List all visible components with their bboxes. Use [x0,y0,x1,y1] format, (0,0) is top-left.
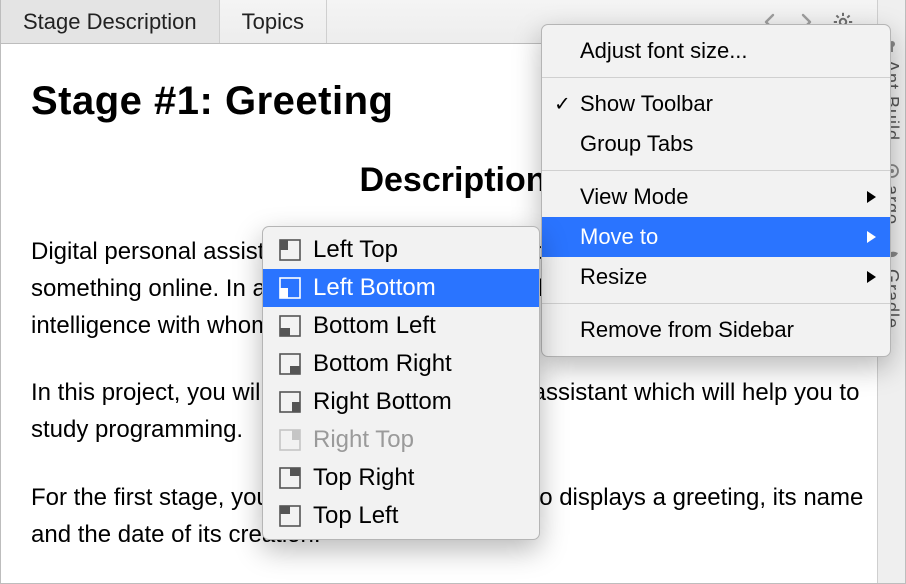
anchor-top-left-icon [279,505,301,527]
submenu-item-label: Left Bottom [313,274,436,302]
submenu-move-to: Left Top Left Bottom Bottom Left Bottom … [262,226,540,540]
submenu-item-right-bottom[interactable]: Right Bottom [263,383,539,421]
tab-label: Topics [242,9,304,35]
tab-label: Stage Description [23,9,197,35]
submenu-item-top-left[interactable]: Top Left [263,497,539,535]
submenu-item-label: Left Top [313,236,398,264]
menu-separator [542,303,890,304]
check-icon: ✓ [554,92,571,117]
menu-item-label: Show Toolbar [580,91,713,117]
submenu-item-left-top[interactable]: Left Top [263,231,539,269]
menu-separator [542,170,890,171]
menu-separator [542,77,890,78]
menu-item-view-mode[interactable]: View Mode [542,177,890,217]
menu-item-group-tabs[interactable]: Group Tabs [542,124,890,164]
menu-item-show-toolbar[interactable]: ✓ Show Toolbar [542,84,890,124]
menu-item-label: Move to [580,224,658,250]
submenu-item-label: Right Bottom [313,388,452,416]
tool-window: Stage Description Topics Stage #1: Greet… [0,0,906,584]
anchor-left-bottom-icon [279,277,301,299]
menu-item-remove-from-sidebar[interactable]: Remove from Sidebar [542,310,890,350]
tab-stage-description[interactable]: Stage Description [1,0,220,43]
submenu-item-label: Top Right [313,464,414,492]
submenu-item-bottom-left[interactable]: Bottom Left [263,307,539,345]
context-menu: Adjust font size... ✓ Show Toolbar Group… [541,24,891,357]
menu-item-resize[interactable]: Resize [542,257,890,297]
anchor-right-top-icon [279,429,301,451]
tab-topics[interactable]: Topics [220,0,327,43]
submenu-item-label: Bottom Left [313,312,436,340]
menu-item-adjust-font-size[interactable]: Adjust font size... [542,31,890,71]
menu-item-label: Group Tabs [580,131,693,157]
menu-item-label: Remove from Sidebar [580,317,794,343]
anchor-right-bottom-icon [279,391,301,413]
menu-item-label: View Mode [580,184,688,210]
menu-item-move-to[interactable]: Move to [542,217,890,257]
menu-item-label: Adjust font size... [580,38,748,64]
submenu-item-bottom-right[interactable]: Bottom Right [263,345,539,383]
submenu-item-right-top: Right Top [263,421,539,459]
anchor-bottom-right-icon [279,353,301,375]
submenu-item-label: Bottom Right [313,350,452,378]
anchor-top-right-icon [279,467,301,489]
anchor-left-top-icon [279,239,301,261]
submenu-item-top-right[interactable]: Top Right [263,459,539,497]
submenu-item-label: Top Left [313,502,398,530]
submenu-item-left-bottom[interactable]: Left Bottom [263,269,539,307]
anchor-bottom-left-icon [279,315,301,337]
menu-item-label: Resize [580,264,647,290]
submenu-item-label: Right Top [313,426,414,454]
